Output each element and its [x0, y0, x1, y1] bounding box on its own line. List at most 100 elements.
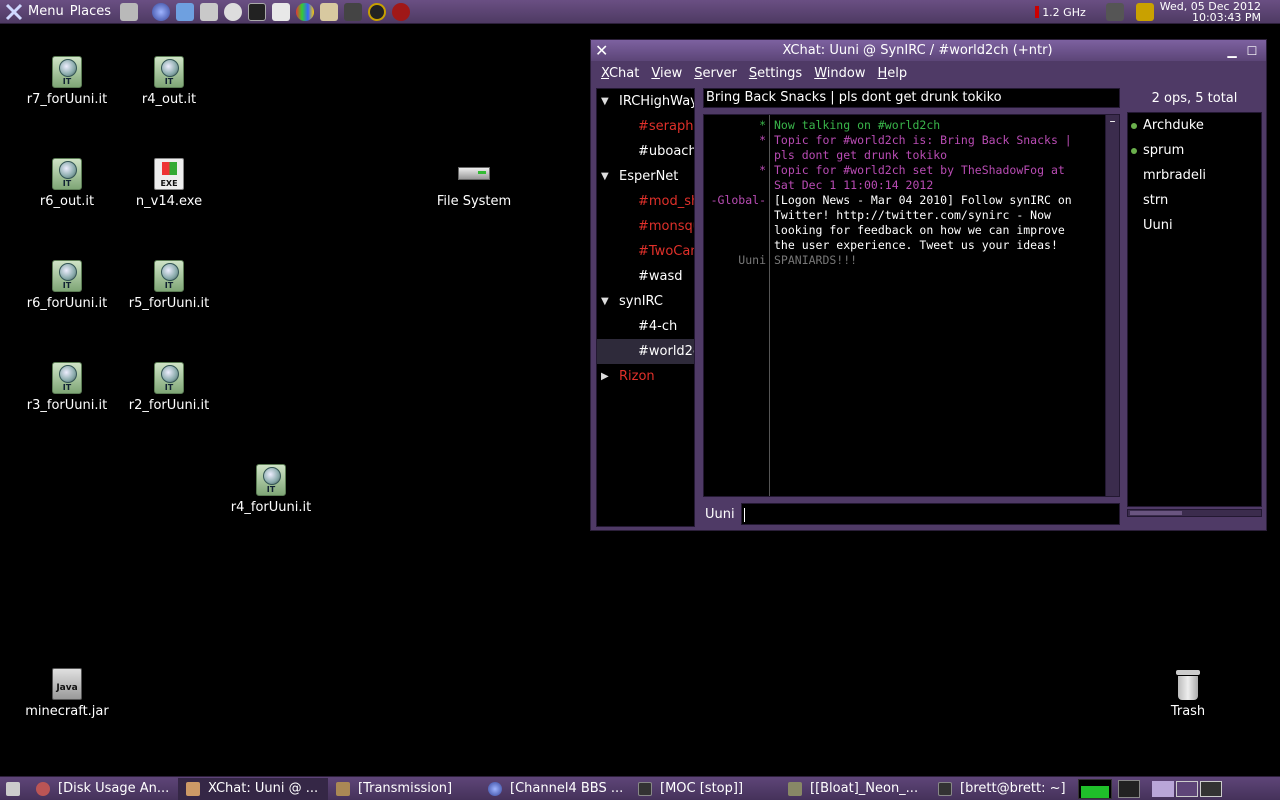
- desktop-icon[interactable]: IT r7_forUuni.it: [16, 56, 118, 107]
- tree-network[interactable]: ▼ synIRC: [597, 289, 694, 314]
- expanded-arrow-icon[interactable]: ▼: [601, 89, 609, 114]
- terminal-tray-icon[interactable]: [1118, 779, 1140, 798]
- desktop-icon[interactable]: EXE n_v14.exe: [118, 158, 220, 209]
- expanded-arrow-icon[interactable]: ▼: [601, 164, 609, 189]
- desktop-icon[interactable]: Java minecraft.jar: [16, 668, 118, 719]
- log-text: Topic for #world2ch set by TheShadowFog …: [774, 163, 1065, 177]
- desktop-icon-label: Trash: [1170, 704, 1206, 719]
- nick-button[interactable]: Uuni: [703, 507, 741, 522]
- text-caret: [744, 508, 745, 522]
- tree-channel[interactable]: #seraph-: [597, 114, 694, 139]
- places-button[interactable]: Places: [70, 4, 111, 19]
- it-file-icon: IT: [154, 56, 184, 88]
- tree-channel[interactable]: #4-ch: [597, 314, 694, 339]
- tree-channel[interactable]: #uboach: [597, 139, 694, 164]
- desktop-icon[interactable]: IT r6_out.it: [16, 158, 118, 209]
- menu-server[interactable]: Server: [694, 66, 737, 81]
- notes-icon[interactable]: [320, 2, 339, 21]
- log-text: [Logon News - Mar 04 2010] Follow synIRC…: [774, 193, 1072, 207]
- menu-xchat[interactable]: XChat: [601, 66, 639, 81]
- scroll-thumb[interactable]: [1130, 511, 1182, 515]
- media-icon: [788, 781, 802, 796]
- cpu-freq-label: 1.2 GHz: [1042, 5, 1086, 19]
- desktop-icon[interactable]: IT r5_forUuni.it: [118, 260, 220, 311]
- media-icon[interactable]: [392, 2, 411, 21]
- paint-icon[interactable]: [296, 2, 315, 21]
- close-icon[interactable]: ✕: [595, 42, 609, 58]
- tree-channel[interactable]: #monsqu: [597, 214, 694, 239]
- tree-label: #4-ch: [638, 319, 678, 334]
- collapsed-arrow-icon[interactable]: ▶: [601, 364, 609, 389]
- user-item[interactable]: mrbradeli: [1128, 163, 1261, 188]
- audio-player-icon[interactable]: [368, 2, 387, 21]
- image-viewer-icon[interactable]: [200, 2, 219, 21]
- desktop-icon[interactable]: File System: [423, 158, 525, 209]
- task-item[interactable]: [MOC [stop]]: [630, 778, 780, 800]
- folder-icon[interactable]: [120, 2, 139, 21]
- user-item[interactable]: strn: [1128, 188, 1261, 213]
- desktop-icon-label: r4_forUuni.it: [230, 500, 312, 515]
- log-text: the user experience. Tweet us your ideas…: [774, 238, 1058, 252]
- tree-channel[interactable]: #wasd: [597, 264, 694, 289]
- menu-view[interactable]: View: [651, 66, 682, 81]
- menu-window[interactable]: Window: [814, 66, 865, 81]
- task-item[interactable]: [brett@brett: ~]: [930, 778, 1078, 800]
- volume-icon[interactable]: [1105, 3, 1124, 21]
- log-nick: *: [759, 133, 766, 147]
- userlist-hscrollbar[interactable]: [1127, 509, 1262, 517]
- window-titlebar[interactable]: ✕ XChat: Uuni @ SynIRC / #world2ch (+ntr…: [591, 40, 1266, 61]
- tree-network[interactable]: ▶ Rizon: [597, 364, 694, 389]
- menu-button[interactable]: Menu: [28, 4, 64, 19]
- browser-launcher-icon[interactable]: [176, 2, 195, 21]
- task-item-active[interactable]: XChat: Uuni @ ...: [178, 777, 328, 800]
- chat-scrollbar[interactable]: –: [1105, 115, 1119, 496]
- lock-icon[interactable]: [1135, 3, 1154, 21]
- task-item[interactable]: [Disk Usage An...: [28, 778, 178, 800]
- tree-channel[interactable]: #mod_sh: [597, 189, 694, 214]
- show-desktop-button[interactable]: [0, 778, 28, 800]
- tools-icon[interactable]: [344, 2, 363, 21]
- menu-settings[interactable]: Settings: [749, 66, 802, 81]
- scroll-collapse-icon[interactable]: –: [1106, 115, 1119, 127]
- minimize-icon[interactable]: ▁: [1226, 45, 1238, 57]
- trash-icon: [1176, 668, 1200, 700]
- tree-channel[interactable]: #TwoCan: [597, 239, 694, 264]
- it-file-icon: IT: [256, 464, 286, 496]
- clock[interactable]: Wed, 05 Dec 2012 10:03:43 PM: [1160, 1, 1261, 23]
- workspace-2[interactable]: [1176, 780, 1198, 797]
- log-nick: *: [759, 118, 766, 132]
- chat-log: * Now talking on #world2ch * Topic for #…: [703, 114, 1120, 497]
- task-item[interactable]: [[Bloat]_Neon_...: [780, 778, 930, 800]
- log-message: Topic for #world2ch is: Bring Back Snack…: [774, 133, 1102, 163]
- desktop-icon[interactable]: IT r4_out.it: [118, 56, 220, 107]
- desktop-icon[interactable]: IT r3_forUuni.it: [16, 362, 118, 413]
- disk-usage-icon: [36, 781, 50, 796]
- tree-network[interactable]: ▼ IRCHighWay: [597, 89, 694, 114]
- user-item[interactable]: Archduke: [1128, 113, 1261, 138]
- menu-logo-icon[interactable]: [4, 2, 24, 22]
- disc-icon[interactable]: [224, 2, 243, 21]
- terminal-icon[interactable]: [248, 2, 267, 21]
- maximize-icon[interactable]: ☐: [1246, 45, 1258, 57]
- message-input[interactable]: [741, 503, 1120, 525]
- user-item[interactable]: Uuni: [1128, 213, 1261, 238]
- desktop-icon[interactable]: IT r4_forUuni.it: [220, 464, 322, 515]
- tree-channel-selected[interactable]: #world2c: [597, 339, 694, 364]
- tree-network[interactable]: ▼ EsperNet: [597, 164, 694, 189]
- expanded-arrow-icon[interactable]: ▼: [601, 289, 609, 314]
- desktop-icon-label: r6_forUuni.it: [26, 296, 108, 311]
- log-message: Now talking on #world2ch: [774, 118, 1102, 133]
- task-item[interactable]: [Channel4 BBS ...: [480, 778, 630, 800]
- user-item[interactable]: sprum: [1128, 138, 1261, 163]
- tree-label: Rizon: [619, 369, 655, 384]
- desktop-icon[interactable]: IT r2_forUuni.it: [118, 362, 220, 413]
- menu-help[interactable]: Help: [878, 66, 908, 81]
- workspace-switcher-icon[interactable]: [1200, 780, 1222, 797]
- text-editor-icon[interactable]: [272, 2, 291, 21]
- globe-icon[interactable]: [152, 2, 171, 21]
- desktop-icon[interactable]: IT r6_forUuni.it: [16, 260, 118, 311]
- desktop-icon[interactable]: Trash: [1137, 668, 1239, 719]
- task-item[interactable]: [Transmission]: [328, 778, 480, 800]
- topic-entry[interactable]: Bring Back Snacks | pls dont get drunk t…: [703, 88, 1120, 108]
- workspace-1[interactable]: [1152, 780, 1174, 797]
